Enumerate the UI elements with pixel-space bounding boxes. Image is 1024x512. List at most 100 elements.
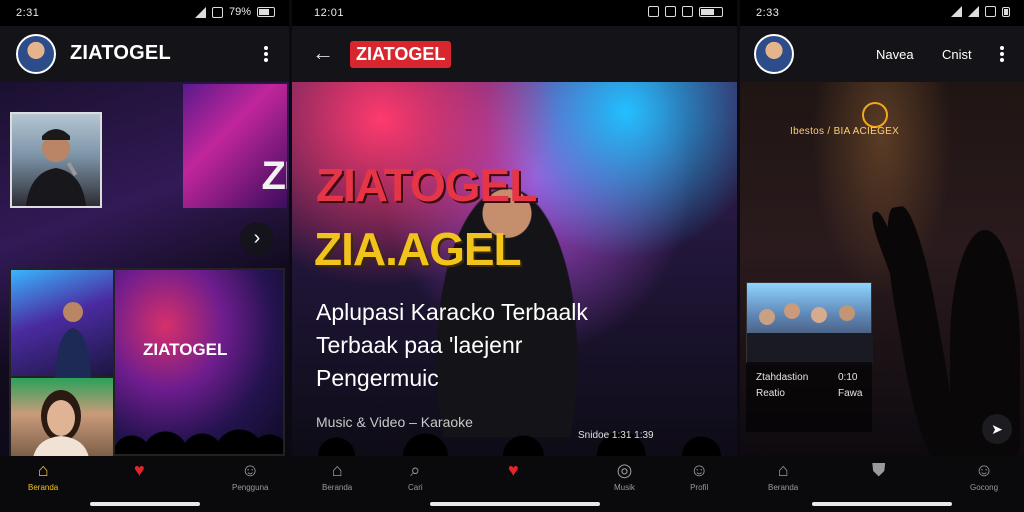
app-title: ZIATOGEL — [70, 42, 171, 64]
share-button[interactable]: ➤ — [982, 414, 1012, 444]
media-caption: Snidoe 1:31 1:39 — [578, 430, 654, 441]
promo-banner[interactable]: ZI — [183, 84, 287, 208]
carousel-next-button[interactable]: › — [240, 222, 274, 256]
more-menu-icon[interactable] — [994, 44, 1010, 64]
hero-logo-secondary: ZIA.AGEL — [314, 223, 522, 275]
status-bar: 2:31 79% — [0, 0, 289, 26]
battery-percent: 79% — [228, 6, 251, 18]
nav-label: Musik — [614, 483, 635, 492]
info-label: Ztahdastion — [756, 372, 809, 383]
neon-mic-icon — [862, 102, 888, 128]
brand-logo: ZIATOGEL — [350, 41, 452, 68]
video-thumbnail-performer[interactable] — [11, 270, 115, 378]
title-line: Aplupasi Karacko Terbaalk — [316, 299, 588, 325]
singer-silhouette-icon — [26, 129, 86, 206]
heart-icon: ♥ — [508, 460, 519, 480]
network-icon — [985, 6, 996, 17]
video-thumbnail-stage[interactable]: ZIATOGEL — [115, 270, 283, 454]
more-menu-icon[interactable] — [258, 44, 274, 64]
battery-icon — [1002, 6, 1010, 17]
heart-icon: ♥ — [134, 460, 145, 480]
network-icon — [682, 6, 693, 17]
crowd-silhouette — [115, 404, 283, 454]
video-thumbnail-woman[interactable] — [11, 378, 115, 458]
title-line: Terbaak paa 'laejenr — [316, 332, 523, 358]
app-bar: Navea Cnist — [740, 26, 1024, 82]
avatar[interactable] — [16, 34, 56, 74]
phone-screen-detail: 12:01 ← ZIATOGEL ZIATOGEL ZIA.AGEL Aplup… — [292, 0, 737, 512]
status-icons: 79% — [194, 6, 275, 18]
info-label: Reatio — [756, 388, 785, 399]
user-icon: ☺ — [241, 460, 260, 480]
category-label: Music & Video – Karaoke — [316, 414, 473, 430]
signal-icon — [648, 6, 659, 17]
nav-user[interactable]: ☺ Pengguna — [232, 460, 268, 492]
performer-silhouette-icon — [55, 302, 91, 378]
nav-favorite[interactable]: ♥ — [508, 460, 519, 480]
nav-shield[interactable]: ⛊ — [872, 460, 886, 480]
phone-screen-venue: 2:33 Navea Cnist Ibestos / BIA ACIEGEX Z… — [740, 0, 1024, 512]
nav-music[interactable]: ◎ Musik — [614, 460, 635, 492]
shield-icon: ⛊ — [872, 460, 886, 480]
battery-icon — [257, 7, 275, 17]
app-bar: ZIATOGEL — [0, 26, 289, 82]
home-icon: ⌂ — [777, 460, 789, 480]
hero-logo-primary: ZIATOGEL — [316, 159, 537, 211]
status-time: 2:31 — [16, 7, 40, 19]
wifi-icon — [211, 6, 223, 18]
back-arrow-icon[interactable]: ← — [312, 40, 334, 66]
neon-sign-text: Ibestos / BIA ACIEGEX — [790, 126, 900, 137]
title-line: Pengermuic — [316, 365, 439, 391]
home-indicator — [429, 502, 600, 506]
status-icons — [951, 6, 1010, 17]
wifi-icon — [665, 6, 676, 17]
home-icon: ⌂ — [331, 460, 343, 480]
music-icon: ◎ — [616, 460, 633, 480]
signal-icon — [968, 6, 979, 17]
battery-icon — [699, 6, 723, 17]
nav-search[interactable]: ⌕ Cari — [408, 460, 423, 492]
video-grid: ZIATOGEL — [9, 268, 285, 458]
signal-icon — [194, 6, 206, 18]
status-time: 12:01 — [314, 7, 345, 19]
nav-user[interactable]: ☺ Gocong — [970, 460, 998, 492]
home-indicator — [89, 502, 200, 506]
stage-screen[interactable] — [746, 282, 873, 365]
search-icon: ⌕ — [410, 460, 421, 480]
nav-label: Pengguna — [232, 483, 269, 492]
nav-home[interactable]: ⌂ Beranda — [322, 460, 352, 492]
now-playing-card[interactable]: Ztahdastion 0:10 Reatio Fawa — [746, 362, 872, 432]
home-icon: ⌂ — [37, 460, 49, 480]
avatar[interactable] — [754, 34, 794, 74]
nav-label: Beranda — [28, 483, 59, 492]
menu-item[interactable]: Cnist — [942, 47, 972, 62]
bottom-navigation: ⌂ Beranda ⌕ Cari ♥ ◎ Musik ☺ Profil — [292, 456, 737, 512]
status-bar: 2:33 — [740, 0, 1024, 26]
menu-item[interactable]: Navea — [876, 47, 914, 62]
user-icon: ☺ — [974, 460, 994, 480]
home-indicator — [812, 502, 952, 506]
info-value: 0:10 — [838, 372, 858, 383]
banner-text: ZI — [261, 154, 287, 198]
nav-profile[interactable]: ☺ Profil — [690, 460, 708, 492]
info-value: Fawa — [838, 388, 863, 399]
nav-home[interactable]: ⌂ Beranda — [768, 460, 798, 492]
status-bar: 12:01 — [292, 0, 737, 26]
app-description: Aplupasi Karacko Terbaalk Terbaak paa 'l… — [316, 296, 716, 395]
nav-label: Beranda — [768, 483, 799, 492]
nav-home[interactable]: ⌂ Beranda — [28, 460, 58, 492]
status-time: 2:33 — [756, 7, 780, 19]
phone-screen-home: 2:31 79% ZIATOGEL ZI › — [0, 0, 289, 512]
status-icons — [648, 6, 723, 17]
crowd-on-screen-icon — [747, 303, 873, 365]
nav-label: Gocong — [970, 483, 999, 492]
user-icon: ☺ — [690, 460, 709, 480]
nav-favorite[interactable]: ♥ — [134, 460, 145, 480]
bottom-navigation: ⌂ Beranda ⛊ ☺ Gocong — [740, 456, 1024, 512]
app-bar: ← ZIATOGEL — [292, 26, 737, 82]
woman-portrait-icon — [33, 390, 89, 458]
featured-singer-thumbnail[interactable] — [10, 112, 102, 208]
nav-label: Profil — [690, 483, 709, 492]
nav-label: Beranda — [322, 483, 353, 492]
stage-brand-text: ZIATOGEL — [143, 340, 228, 359]
